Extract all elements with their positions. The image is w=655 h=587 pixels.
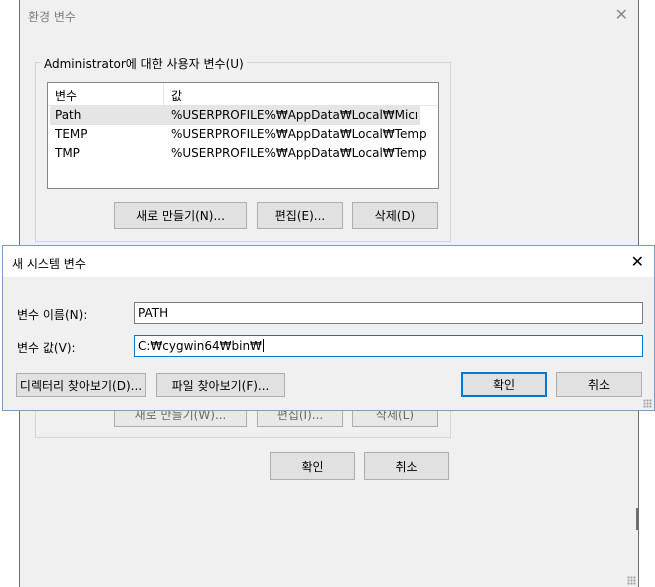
column-header-name[interactable]: 변수: [55, 87, 77, 104]
list-header: 변수 값: [48, 83, 438, 106]
variable-value: %USERPROFILE%₩AppData₩Local₩Temp: [171, 146, 427, 160]
variable-value-field[interactable]: C:₩cygwin64₩bin₩: [134, 335, 643, 357]
user-variables-group: Administrator에 대한 사용자 변수(U) 변수 값 Path %U…: [35, 55, 451, 242]
variable-name-label: 변수 이름(N):: [17, 308, 88, 322]
text-caret: [262, 339, 264, 352]
dialog-ok-button[interactable]: 확인: [461, 372, 547, 397]
list-item[interactable]: Path %USERPROFILE%₩AppData₩Local₩Micros.…: [50, 106, 420, 125]
close-icon[interactable]: ✕: [615, 5, 628, 24]
list-item[interactable]: TEMP %USERPROFILE%₩AppData₩Local₩Temp: [50, 125, 427, 144]
user-new-button[interactable]: 새로 만들기(N)...: [114, 202, 247, 229]
dialog-cancel-button[interactable]: 취소: [556, 372, 642, 397]
user-variables-legend: Administrator에 대한 사용자 변수(U): [41, 55, 247, 72]
column-separator: [163, 83, 164, 105]
dialog-titlebar[interactable]: 새 시스템 변수 ✕: [3, 246, 654, 277]
variable-name: TMP: [55, 146, 80, 160]
user-edit-button[interactable]: 편집(E)...: [257, 202, 343, 229]
ok-button[interactable]: 확인: [270, 452, 355, 480]
variable-value: %USERPROFILE%₩AppData₩Local₩Micros...: [171, 108, 417, 122]
variable-value-label: 변수 값(V):: [17, 341, 76, 355]
new-system-variable-dialog: 새 시스템 변수 ✕ 변수 이름(N): PATH 변수 값(V): C:₩cy…: [2, 245, 655, 411]
dialog-title: 새 시스템 변수: [12, 257, 86, 271]
resize-edge-marker: [636, 508, 639, 530]
column-header-value[interactable]: 값: [171, 87, 182, 104]
variable-name: Path: [55, 108, 82, 122]
window-title: 환경 변수: [28, 10, 76, 24]
list-item[interactable]: TMP %USERPROFILE%₩AppData₩Local₩Temp: [50, 144, 427, 163]
cancel-button[interactable]: 취소: [364, 452, 449, 480]
browse-directory-button[interactable]: 디렉터리 찾아보기(D)...: [16, 373, 146, 397]
resize-grip-icon[interactable]: [627, 576, 636, 585]
browse-file-button[interactable]: 파일 찾아보기(F)...: [156, 373, 285, 397]
user-delete-button[interactable]: 삭제(D): [352, 202, 438, 229]
variable-name-value: PATH: [138, 306, 169, 320]
resize-grip-icon[interactable]: [643, 399, 652, 408]
variable-name-field[interactable]: PATH: [134, 302, 643, 324]
user-variables-list[interactable]: 변수 값 Path %USERPROFILE%₩AppData₩Local₩Mi…: [47, 82, 439, 189]
variable-value: %USERPROFILE%₩AppData₩Local₩Temp: [171, 127, 427, 141]
variable-name: TEMP: [55, 127, 88, 141]
close-icon[interactable]: ✕: [631, 252, 644, 271]
variable-value-text: C:₩cygwin64₩bin₩: [138, 339, 262, 353]
